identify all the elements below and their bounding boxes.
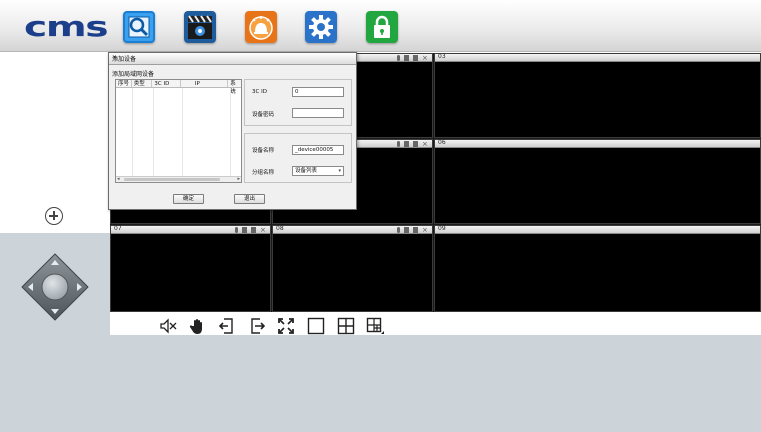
scroll-right-icon[interactable]: ▸ [237,176,240,182]
top-bar: cms [0,0,761,52]
snapshot-icon[interactable] [413,227,418,233]
device-name-field[interactable]: _device00005 [292,145,344,155]
single-view-icon[interactable] [307,317,337,335]
app-logo: cms [24,10,109,43]
ok-button[interactable]: 确定 [173,194,204,204]
name-group-group: 设备名称 _device00005 分组名称 设备列表 ▾ [244,133,352,183]
search-device-icon[interactable] [123,11,155,43]
chevron-down-icon: ▾ [338,168,341,174]
video-cell[interactable]: 08 × [272,225,433,312]
add-device-dialog: 添加设备 × 添加局域网设备 序号 类型 3C ID IP 系统 ◂ ▸ 3C … [108,52,357,210]
add-device-button[interactable] [45,207,63,225]
column-header[interactable]: IP [181,80,229,87]
video-playback-icon[interactable] [184,11,216,43]
lock-icon[interactable] [366,11,398,43]
column-header[interactable]: 序号 [116,80,132,87]
multi-view-icon[interactable] [366,317,396,335]
cms-window: cms × 03 × 06 07 × 08 × 09 添加设备 × 添加局域网设… [0,0,761,432]
view-toolbar [159,317,396,335]
group-select-value: 设备列表 [295,168,318,174]
close-video-icon[interactable]: × [422,141,428,148]
record-icon[interactable] [242,227,247,233]
password-field[interactable] [292,108,344,118]
device-list-panel [0,53,110,233]
table-header: 序号 类型 3C ID IP 系统 [116,80,241,95]
fullscreen-icon[interactable] [277,317,307,335]
record-icon[interactable] [404,227,409,233]
close-video-icon[interactable]: × [422,227,428,234]
lan-device-table[interactable]: 序号 类型 3C ID IP 系统 ◂ ▸ [115,79,242,183]
cancel-button[interactable]: 退出 [234,194,265,204]
pan-hand-icon[interactable] [189,317,219,335]
status-area [0,335,761,432]
id-field[interactable]: 0 [292,87,344,97]
close-icon[interactable]: × [112,54,352,61]
mic-icon[interactable] [397,55,400,61]
video-cell[interactable]: 06 [434,139,761,224]
mic-icon[interactable] [397,227,400,233]
device-name-label: 设备名称 [252,148,275,154]
id-password-group: 3C ID 0 设备密码 [244,79,352,126]
mute-icon[interactable] [159,317,189,335]
previous-page-icon[interactable] [218,317,248,335]
quad-view-icon[interactable] [337,317,367,335]
close-video-icon[interactable]: × [260,227,266,234]
snapshot-icon[interactable] [413,55,418,61]
column-header[interactable]: 系统 [228,80,241,95]
horizontal-scrollbar[interactable]: ◂ ▸ [116,176,241,182]
mic-icon[interactable] [397,141,400,147]
lan-device-list: 序号 类型 3C ID IP 系统 ◂ ▸ [115,79,242,237]
ptz-direction-pad[interactable] [20,252,90,322]
snapshot-icon[interactable] [251,227,256,233]
record-icon[interactable] [404,55,409,61]
id-label: 3C ID [252,89,267,95]
video-cell[interactable]: 03 [434,53,761,138]
dialog-subtitle: 添加局域网设备 [112,71,155,78]
video-cell[interactable]: 09 [434,225,761,312]
column-header[interactable]: 3C ID [152,80,181,87]
record-icon[interactable] [404,141,409,147]
alarm-bell-icon[interactable] [245,11,277,43]
scroll-thumb[interactable] [124,178,220,181]
next-page-icon[interactable] [248,317,278,335]
snapshot-icon[interactable] [413,141,418,147]
settings-gear-icon[interactable] [305,11,337,43]
video-cell[interactable]: 07 × [110,225,271,312]
dialog-title-bar: 添加设备 × [109,53,356,65]
group-name-label: 分组名称 [252,170,275,176]
scroll-left-icon[interactable]: ◂ [117,176,120,182]
password-label: 设备密码 [252,112,275,118]
group-select[interactable]: 设备列表 ▾ [292,166,344,176]
close-video-icon[interactable]: × [422,55,428,62]
column-header[interactable]: 类型 [132,80,153,87]
